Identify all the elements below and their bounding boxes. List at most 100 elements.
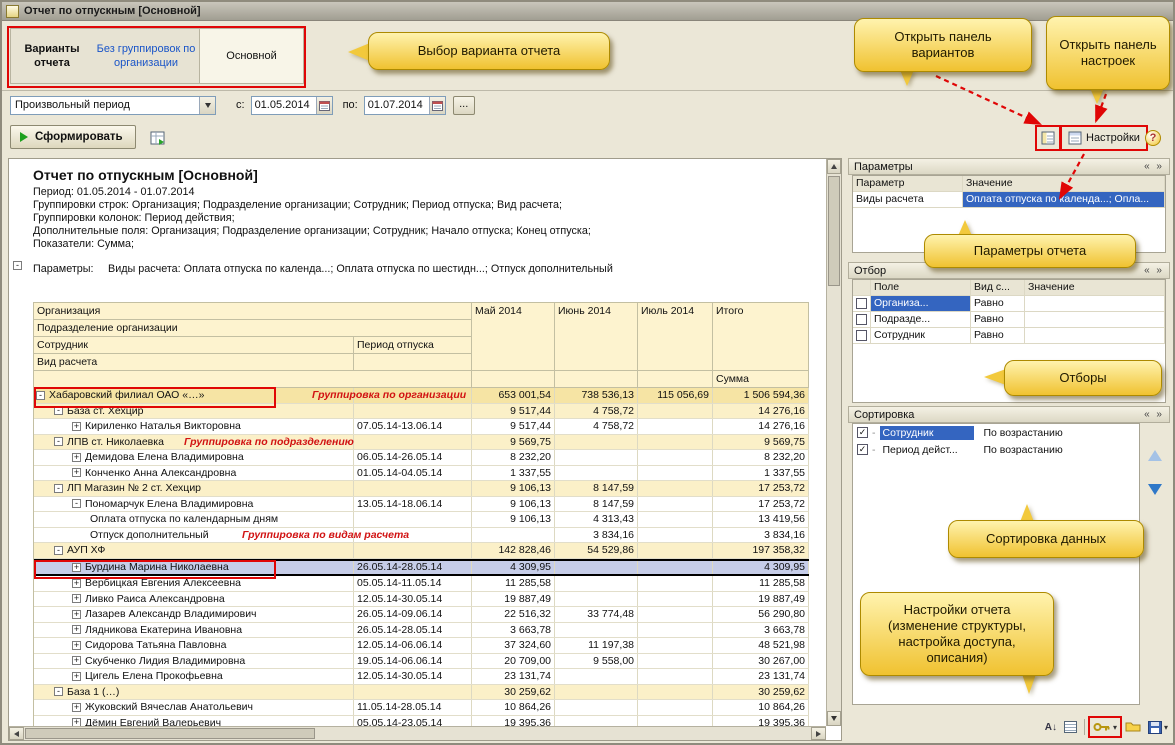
report-row[interactable]: +Сидорова Татьяна Павловна12.05.14-06.06… (34, 638, 809, 654)
report-row[interactable]: -Пономарчук Елена Владимировна13.05.14-1… (34, 497, 809, 513)
calendar-icon[interactable] (429, 97, 445, 114)
report-row[interactable]: -База 1 (…)30 259,6230 259,62 (34, 685, 809, 701)
filter-row[interactable]: Организа...Равно (853, 296, 1165, 312)
horizontal-scrollbar[interactable] (9, 726, 826, 740)
sort-field[interactable]: Сотрудник (880, 426, 974, 440)
scroll-left-icon[interactable] (9, 727, 24, 740)
checkbox[interactable] (856, 314, 867, 325)
vertical-scroll-thumb[interactable] (828, 176, 840, 286)
collapse-panel-icon[interactable]: « » (1144, 265, 1164, 276)
collapse-panel-icon[interactable]: « » (1144, 161, 1164, 172)
open-file-icon[interactable] (1125, 720, 1141, 735)
expand-icon[interactable]: + (72, 610, 81, 619)
save-button[interactable]: ▾ (1148, 721, 1168, 734)
collapse-icon[interactable]: - (36, 391, 45, 400)
report-settings-button[interactable]: ▾ (1092, 720, 1118, 734)
filter-field[interactable]: Сотрудник (871, 328, 971, 343)
filter-field[interactable]: Подразде... (871, 312, 971, 327)
filter-compare[interactable]: Равно (971, 328, 1025, 343)
open-settings-panel-button[interactable]: Настройки (1063, 128, 1145, 148)
report-row[interactable]: -База ст. Хехцир9 517,444 758,7214 276,1… (34, 404, 809, 420)
date-from-field[interactable]: 01.05.2014 (251, 96, 333, 115)
scroll-up-icon[interactable] (827, 159, 841, 174)
report-row[interactable]: +Кириленко Наталья Викторовна07.05.14-13… (34, 419, 809, 435)
tab-main-variant[interactable]: Основной (199, 28, 304, 84)
sort-row[interactable]: ✓-Период дейст...По возрастанию (853, 441, 1139, 458)
period-type-combobox[interactable]: Произвольный период (10, 96, 216, 115)
collapse-icon[interactable]: - (54, 437, 63, 446)
collapse-icon[interactable]: - (54, 546, 63, 555)
report-row[interactable]: +Жуковский Вячеслав Анатольевич11.05.14-… (34, 700, 809, 716)
report-row[interactable]: -ЛПВ ст. НиколаевкаГруппировка по подраз… (34, 435, 809, 451)
report-row[interactable]: +Ливко Раиса Александровна12.05.14-30.05… (34, 592, 809, 608)
expand-icon[interactable]: + (72, 468, 81, 477)
params-section-header[interactable]: Параметры « » (848, 158, 1170, 175)
scroll-down-icon[interactable] (827, 711, 841, 726)
sort-row[interactable]: ✓-СотрудникПо возрастанию (853, 424, 1139, 441)
open-variants-panel-button[interactable] (1038, 128, 1058, 148)
report-row[interactable]: +Бурдина Марина Николаевна26.05.14-28.05… (34, 559, 809, 577)
collapse-icon[interactable]: - (54, 406, 63, 415)
report-row[interactable]: Оплата отпуска по календарным дням9 106,… (34, 512, 809, 528)
report-row[interactable]: -АУП ХФ142 828,4654 529,86197 358,32 (34, 543, 809, 559)
expand-icon[interactable]: + (72, 718, 81, 726)
vertical-scrollbar[interactable] (826, 159, 841, 726)
calendar-icon[interactable] (316, 97, 332, 114)
horizontal-scroll-thumb[interactable] (25, 728, 315, 739)
sort-section-header[interactable]: Сортировка « » (848, 406, 1170, 423)
sort-direction[interactable]: По возрастанию (984, 444, 1063, 456)
param-value[interactable]: Оплата отпуска по календа...; Опла... (963, 192, 1165, 207)
report-output-icon[interactable] (148, 128, 168, 148)
expand-icon[interactable]: + (72, 656, 81, 665)
filter-compare[interactable]: Равно (971, 312, 1025, 327)
scroll-right-icon[interactable] (811, 727, 826, 740)
period-more-button[interactable]: ... (453, 96, 475, 115)
filter-field[interactable]: Организа... (871, 296, 971, 311)
sort-order-icon[interactable]: А↓ (1045, 722, 1057, 733)
collapse-icon[interactable]: - (72, 499, 81, 508)
checkbox[interactable] (856, 298, 867, 309)
filter-value[interactable] (1025, 312, 1165, 327)
report-row[interactable]: +Цигель Елена Прокофьевна12.05.14-30.05.… (34, 669, 809, 685)
report-row[interactable]: +Лазарев Александр Владимирович26.05.14-… (34, 607, 809, 623)
report-row[interactable]: -Хабаровский филиал ОАО «…»Группировка п… (34, 388, 809, 404)
filter-row[interactable]: СотрудникРавно (853, 328, 1165, 344)
tab-no-grouping[interactable]: Без группировок по организации (93, 28, 200, 84)
report-row[interactable]: Отпуск дополнительныйГруппировка по вида… (34, 528, 809, 544)
checkbox-checked[interactable]: ✓ (857, 444, 868, 455)
expand-icon[interactable]: + (72, 453, 81, 462)
expand-icon[interactable]: + (72, 579, 81, 588)
view-list-icon[interactable] (1064, 721, 1077, 733)
sort-field[interactable]: Период дейст... (880, 443, 974, 457)
filter-value[interactable] (1025, 328, 1165, 343)
report-row[interactable]: +Конченко Анна Александровна01.05.14-04.… (34, 466, 809, 482)
help-button[interactable]: ? (1145, 130, 1161, 146)
report-row[interactable]: +Лядникова Екатерина Ивановна26.05.14-28… (34, 623, 809, 639)
report-row[interactable]: +Дёмин Евгений Валерьевич05.05.14-23.05.… (34, 716, 809, 727)
expand-icon[interactable]: + (72, 641, 81, 650)
filter-value[interactable] (1025, 296, 1165, 311)
expand-icon[interactable]: + (72, 563, 81, 572)
report-row[interactable]: -ЛП Магазин № 2 ст. Хехцир9 106,138 147,… (34, 481, 809, 497)
expand-icon[interactable]: + (72, 625, 81, 634)
sort-direction[interactable]: По возрастанию (984, 427, 1063, 439)
report-row[interactable]: +Вербицкая Евгения Алексеевна05.05.14-11… (34, 576, 809, 592)
checkbox[interactable] (856, 330, 867, 341)
collapse-panel-icon[interactable]: « » (1144, 409, 1164, 420)
expand-icon[interactable]: + (72, 672, 81, 681)
filter-compare[interactable]: Равно (971, 296, 1025, 311)
collapse-icon[interactable]: - (54, 687, 63, 696)
report-row[interactable]: +Демидова Елена Владимировна06.05.14-26.… (34, 450, 809, 466)
expand-icon[interactable]: + (72, 594, 81, 603)
filter-row[interactable]: Подразде...Равно (853, 312, 1165, 328)
date-to-field[interactable]: 01.07.2014 (364, 96, 446, 115)
generate-button[interactable]: Сформировать (10, 125, 136, 149)
expand-icon[interactable]: + (72, 422, 81, 431)
filter-section-header[interactable]: Отбор « » (848, 262, 1170, 279)
move-up-button[interactable] (1146, 446, 1164, 464)
params-row[interactable]: Виды расчета Оплата отпуска по календа..… (853, 192, 1165, 208)
checkbox-checked[interactable]: ✓ (857, 427, 868, 438)
expand-icon[interactable]: + (72, 703, 81, 712)
move-down-button[interactable] (1146, 480, 1164, 498)
chevron-down-icon[interactable] (199, 97, 215, 114)
